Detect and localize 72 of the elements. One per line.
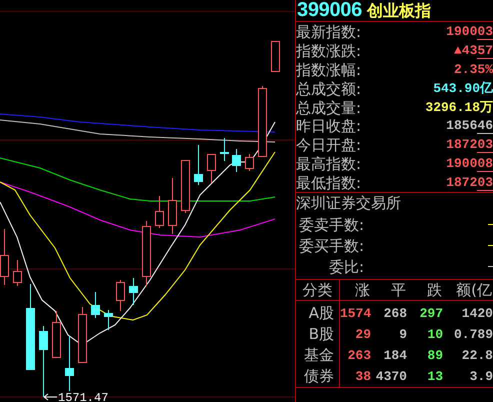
- table-cell-text: 29: [354, 326, 371, 344]
- candlestick: [116, 280, 125, 312]
- table-cell: 3.9: [443, 366, 493, 388]
- column-header: 涨: [340, 280, 371, 302]
- candlestick: [220, 138, 229, 162]
- stat-label: 最高指数:: [296, 154, 362, 173]
- table-cell-text: 9: [398, 326, 407, 344]
- table-cell-text: 89: [426, 347, 443, 366]
- column-header: 分类: [296, 280, 340, 302]
- candlestick: [181, 160, 190, 214]
- stat-label: 指数涨幅:: [296, 60, 362, 79]
- order-label: 委比:: [328, 258, 364, 276]
- candlestick: [207, 154, 216, 184]
- stat-value: ▲4357: [454, 43, 493, 60]
- left-arrow-icon: [44, 394, 58, 400]
- candlestick: [39, 326, 48, 398]
- stat-label: 今日开盘:: [296, 136, 362, 154]
- order-label: 委买手数:: [298, 236, 364, 255]
- stat-label: 总成交额:: [296, 80, 362, 98]
- candlestick: [245, 154, 254, 172]
- candlestick: [142, 220, 151, 286]
- candlestick: [271, 41, 280, 72]
- category-cell: 基金: [296, 345, 340, 366]
- table-cell-text: 22.8: [460, 347, 493, 366]
- candlestick: [232, 148, 241, 172]
- index-name: 创业板指: [366, 0, 431, 20]
- table-cell-text: 263: [346, 347, 371, 366]
- candlestick: [258, 86, 267, 157]
- index-code: 399006: [297, 0, 362, 21]
- table-cell-text: 0.789: [452, 326, 493, 344]
- table-cell-text: 1420: [460, 305, 493, 324]
- table-cell: 38: [340, 366, 371, 388]
- table-cell-text: 184: [382, 347, 407, 366]
- stat-label: 总成交量:: [296, 98, 362, 117]
- stat-value: 543.90亿: [433, 80, 493, 97]
- low-price-label: 1571.47: [58, 391, 108, 402]
- table-cell-text: 268: [382, 305, 407, 324]
- stat-value: 3296.18万: [425, 100, 493, 116]
- stat-value: 185646: [446, 118, 493, 134]
- stat-value: 190003: [446, 24, 493, 40]
- stat-value: 190008: [446, 156, 493, 172]
- table-cell-text: 10: [426, 326, 443, 344]
- stat-value: 187203: [446, 137, 493, 154]
- stat-value: 2.35%: [454, 62, 493, 78]
- order-label: 委卖手数:: [298, 216, 364, 234]
- candlestick: [13, 260, 22, 286]
- candlestick: [168, 178, 177, 234]
- stat-label: 指数涨跌:: [296, 42, 362, 60]
- candlestick: [104, 310, 113, 330]
- candlestick: [0, 228, 9, 286]
- candlestick: [129, 278, 138, 306]
- candlestick: [155, 196, 164, 228]
- table-cell: 4370: [371, 366, 407, 388]
- candlestick: [194, 144, 203, 186]
- category-cell: A股: [296, 301, 340, 324]
- category-cell: B股: [296, 324, 340, 346]
- stat-label: 最新指数:: [296, 23, 362, 42]
- stat-value: 187203: [446, 174, 493, 191]
- table-cell: 13: [407, 366, 443, 388]
- column-header: 额(亿: [443, 280, 493, 302]
- table-cell-text: 297: [418, 305, 443, 324]
- table-cell-text: 1574: [340, 305, 371, 324]
- candlestick: [78, 306, 87, 363]
- exchange-title: 深圳证券交易所: [296, 193, 402, 214]
- stat-label: 昨日收盘:: [296, 117, 362, 136]
- candlestick: [52, 310, 61, 358]
- category-cell: 债券: [296, 366, 340, 388]
- candlestick: [91, 292, 100, 318]
- column-header: 跌: [407, 280, 443, 302]
- stat-label: 最低指数:: [296, 174, 362, 192]
- column-header: 平: [371, 280, 407, 302]
- candlestick: [65, 336, 74, 392]
